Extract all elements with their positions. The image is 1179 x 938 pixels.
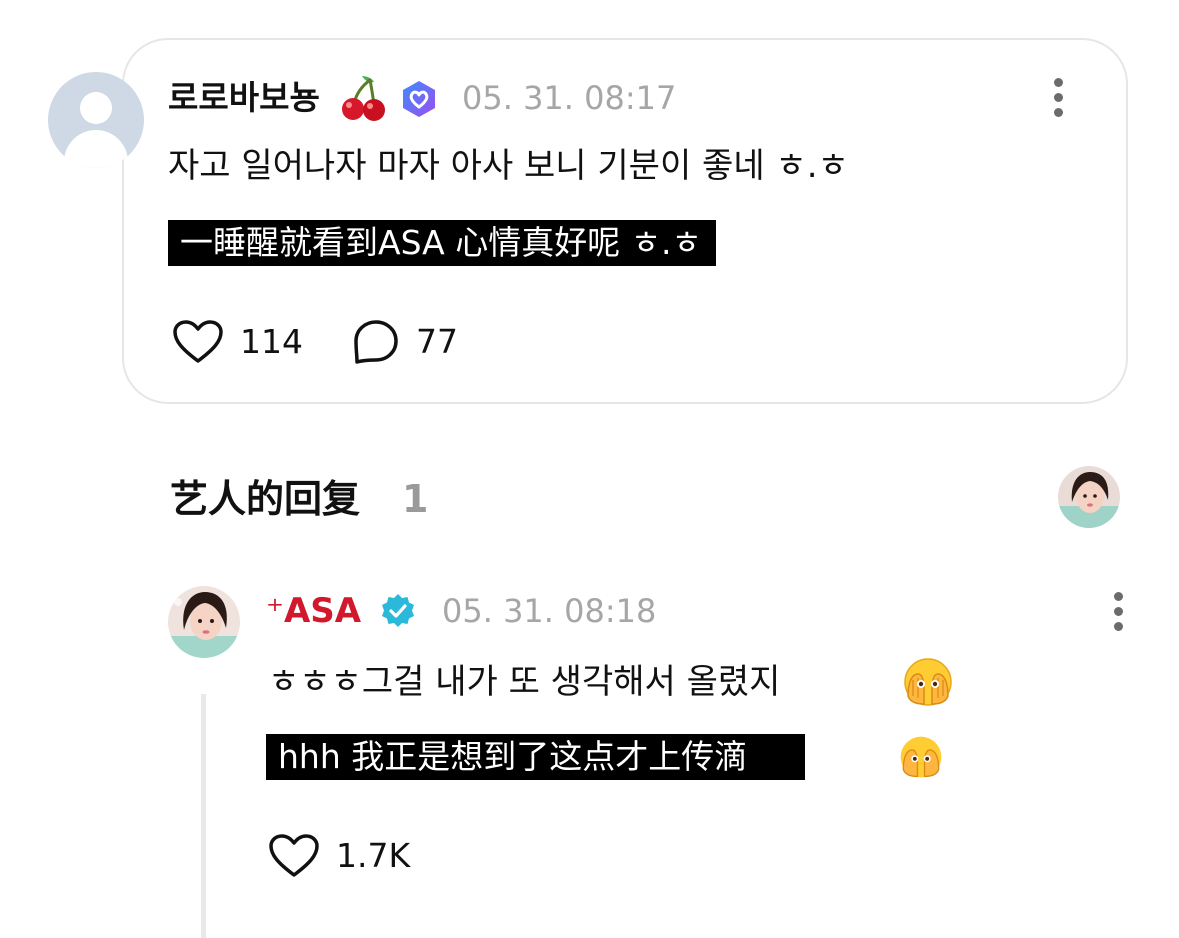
artist-avatar[interactable] <box>168 586 240 658</box>
post-like-count: 114 <box>240 322 303 361</box>
more-vertical-icon[interactable] <box>1112 592 1124 634</box>
cherry-emoji <box>342 76 385 121</box>
reply-translation: hhh 我正是想到了这点才上传滴 <box>266 734 806 780</box>
post-like-button[interactable]: 114 <box>172 318 303 366</box>
heart-outline-icon <box>269 834 319 877</box>
heart-badge-icon <box>403 81 435 117</box>
post-timestamp: 05. 31. 08:17 <box>462 79 677 117</box>
artist-name-text: ASA <box>283 591 362 631</box>
post-comment-count: 77 <box>416 322 458 361</box>
post-comment-button[interactable]: 77 <box>352 318 458 366</box>
artist-replies-title: 艺人的回复 <box>170 477 361 521</box>
face-with-open-eyes-and-hand-over-mouth-emoji <box>904 658 952 706</box>
face-with-open-eyes-and-hand-over-mouth-emoji <box>900 736 942 778</box>
heart-outline-icon <box>173 320 223 363</box>
artist-name[interactable]: ⁺ASA <box>266 589 361 633</box>
reply-text: ㅎㅎㅎ그걸 내가 또 생각해서 올렸지 <box>268 662 781 702</box>
post-text: 자고 일어나자 마자 아사 보니 기분이 좋네 ㅎ.ㅎ <box>168 146 849 186</box>
artist-replies-count: 1 <box>402 477 429 521</box>
post-translation: 一睡醒就看到ASA 心情真好呢 ㅎ.ㅎ <box>168 220 716 266</box>
artist-avatar-small[interactable] <box>1058 466 1120 528</box>
artist-name-sparkle: ⁺ <box>266 591 284 631</box>
reply-like-button[interactable]: 1.7K <box>268 832 410 880</box>
more-vertical-icon[interactable] <box>1052 78 1064 120</box>
thread-line <box>201 694 206 938</box>
reply-like-count: 1.7K <box>336 836 411 875</box>
post-author-name[interactable]: 로로바보뇽 <box>168 76 320 120</box>
comment-bubble-icon <box>354 320 398 364</box>
verified-badge-icon <box>382 594 414 627</box>
post-author-avatar[interactable] <box>48 72 144 168</box>
reply-timestamp: 05. 31. 08:18 <box>442 592 657 630</box>
